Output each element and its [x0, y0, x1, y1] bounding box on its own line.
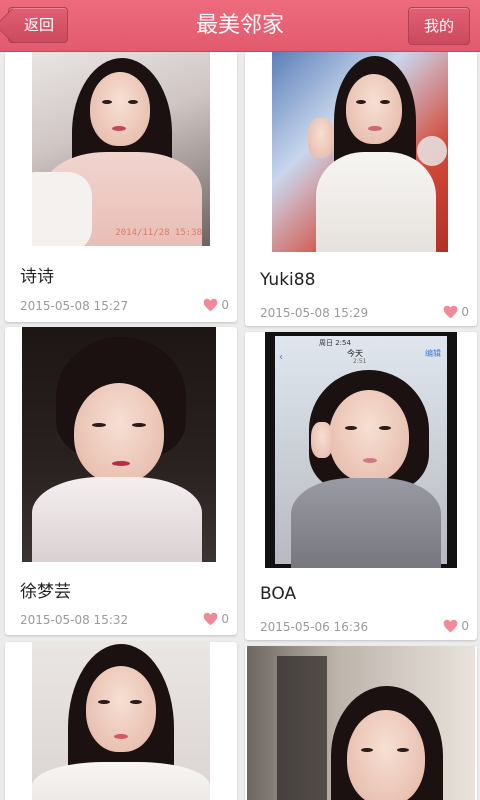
profile-card-3[interactable]: 徐梦芸 2015-05-08 15:32 0	[5, 327, 237, 635]
phone-back-icon: ‹	[279, 352, 283, 363]
profile-card-1[interactable]: 2014/11/28 15:38 诗诗 2015-05-08 15:27 0	[5, 52, 237, 322]
heart-icon	[203, 298, 218, 312]
profile-card-6[interactable]	[245, 646, 477, 800]
profile-card-5[interactable]	[5, 642, 237, 800]
post-date: 2015-05-06 16:36	[260, 620, 369, 634]
profile-card-2[interactable]: Yuki88 2015-05-08 15:29 0	[245, 52, 477, 326]
profile-name: Yuki88	[260, 270, 316, 290]
like-count: 0	[221, 612, 229, 626]
like-counter[interactable]: 0	[203, 612, 229, 626]
post-date: 2015-05-08 15:32	[20, 613, 129, 627]
like-count: 0	[221, 298, 229, 312]
post-date: 2015-05-08 15:27	[20, 299, 129, 313]
phone-status-bar: 周日 2:54	[319, 339, 351, 347]
profile-name: 徐梦芸	[20, 582, 71, 602]
my-profile-button[interactable]: 我的	[408, 7, 470, 45]
floating-assistive-button[interactable]	[417, 136, 447, 166]
heart-icon	[443, 305, 458, 319]
heart-icon	[443, 619, 458, 633]
profile-name: 诗诗	[20, 267, 54, 287]
profile-photo-4[interactable]: 周日 2:54 ‹ 今天 2:51 编辑	[265, 332, 457, 568]
like-counter[interactable]: 0	[443, 305, 469, 319]
phone-header-time: 2:51	[353, 358, 367, 365]
profile-photo-5[interactable]	[32, 642, 210, 800]
like-count: 0	[461, 619, 469, 633]
phone-edit-link: 编辑	[425, 349, 441, 358]
heart-icon	[203, 612, 218, 626]
like-counter[interactable]: 0	[203, 298, 229, 312]
post-date: 2015-05-08 15:29	[260, 306, 369, 320]
like-count: 0	[461, 305, 469, 319]
like-counter[interactable]: 0	[443, 619, 469, 633]
profile-photo-1[interactable]: 2014/11/28 15:38	[32, 52, 210, 246]
app-header: 返回 最美邻家 我的	[0, 0, 480, 52]
profile-name: BOA	[260, 584, 297, 604]
photo-timestamp: 2014/11/28 15:38	[115, 228, 202, 238]
profile-photo-6[interactable]	[247, 646, 475, 800]
profile-photo-3[interactable]	[22, 327, 216, 562]
profile-card-4[interactable]: 周日 2:54 ‹ 今天 2:51 编辑 BOA 2015-05-06 16:3…	[245, 332, 477, 640]
